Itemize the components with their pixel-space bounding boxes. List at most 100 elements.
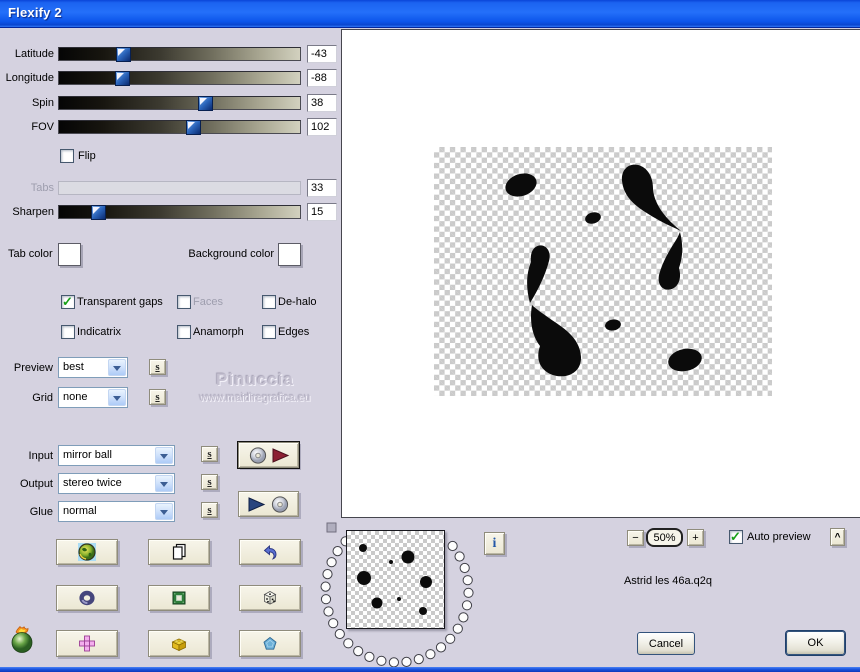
transparency-checker [434,147,772,396]
undo-arrow-icon [263,544,277,560]
zoom-in-button[interactable]: + [687,529,704,546]
slider-thumb[interactable] [198,96,214,111]
latitude-value-field[interactable] [307,45,337,63]
gem-button[interactable] [239,630,301,657]
faces-checkbox [177,295,191,309]
output-dropdown-value: stereo twice [63,477,122,489]
sharpen-value-field[interactable] [307,203,337,221]
chevron-down-icon[interactable] [108,359,126,376]
input-settings-button[interactable]: s [201,446,218,462]
lego-button[interactable] [148,630,210,657]
zoom-level[interactable]: 50% [646,528,683,547]
collapse-button[interactable]: ^ [830,528,845,546]
spin-slider-row: Spin [0,94,337,112]
preview-label: Preview [13,362,53,374]
chevron-down-icon[interactable] [155,503,173,520]
auto-preview-label: Auto preview [747,531,811,543]
flaming-pear-logo-icon [11,626,33,653]
tabs-label: Tabs [30,182,54,194]
glue-dropdown[interactable]: normal [58,501,175,522]
info-button[interactable]: i [484,532,505,555]
torus-icon [79,590,95,606]
longitude-label: Longitude [5,72,54,84]
flip-checkbox[interactable] [60,149,74,163]
watermark: Pinuccia www.maidiregrafica.eu [180,370,330,404]
tabs-value-field[interactable] [307,179,337,197]
background-color-swatch[interactable] [278,243,301,266]
slider-thumb[interactable] [186,120,202,135]
longitude-slider-row: Longitude [0,69,337,87]
spin-label: Spin [31,97,54,109]
tab-color-swatch[interactable] [58,243,81,266]
anamorph-checkbox[interactable] [177,325,191,339]
preview-pane[interactable] [341,29,860,518]
watermark-name: Pinuccia [216,370,294,389]
grid-dropdown[interactable]: none [58,387,128,408]
zoom-out-button[interactable]: − [627,530,644,546]
ok-button[interactable]: OK [786,631,845,655]
globe-button[interactable] [56,539,118,565]
output-label: Output [19,478,53,490]
glue-settings-button[interactable]: s [201,502,218,518]
edges-checkbox[interactable] [262,325,276,339]
glue-dropdown-value: normal [63,505,97,517]
indicatrix-checkbox[interactable] [61,325,75,339]
latitude-slider[interactable] [58,47,301,62]
anamorph-label: Anamorph [193,326,244,338]
input-dropdown[interactable]: mirror ball [58,445,175,466]
grid-label: Grid [32,392,53,404]
transparent-gaps-label: Transparent gaps [77,296,163,308]
chevron-down-icon[interactable] [108,389,126,406]
slider-thumb[interactable] [114,71,130,86]
chevron-down-icon[interactable] [155,475,173,492]
sharpen-slider[interactable] [58,205,301,220]
grid-settings-button[interactable]: s [149,389,166,405]
window-title: Flexify 2 [8,5,62,20]
fov-value-field[interactable] [307,118,337,136]
preview-dropdown[interactable]: best [58,357,128,378]
output-dropdown[interactable]: stereo twice [58,473,175,494]
lego-brick-icon [171,638,187,651]
sharpen-slider-row: Sharpen [0,203,337,221]
preview-dropdown-value: best [63,361,84,373]
spin-slider[interactable] [58,96,301,111]
window-bottom-border [0,667,860,672]
torus-button[interactable] [56,585,118,611]
spin-value-field[interactable] [307,94,337,112]
tab-color-label: Tab color [8,248,53,260]
output-settings-button[interactable]: s [201,474,218,490]
dice-icon [263,591,277,605]
cancel-button[interactable]: Cancel [637,632,695,655]
slider-thumb[interactable] [90,205,106,220]
grid-dropdown-value: none [63,391,88,403]
disc-play-button[interactable] [237,441,300,469]
flip-label: Flip [78,150,96,162]
auto-preview-checkbox[interactable] [729,529,743,545]
title-bar[interactable]: Flexify 2 [0,0,860,28]
fov-slider[interactable] [58,120,301,135]
de-halo-checkbox[interactable] [262,295,276,309]
preset-filename: Astrid les 46a.q2q [623,575,713,587]
source-thumbnail[interactable] [346,530,445,629]
undo-button[interactable] [239,539,301,565]
chevron-down-icon[interactable] [155,447,173,464]
preview-settings-button[interactable]: s [149,359,166,375]
latitude-label: Latitude [14,48,54,60]
dial-handle[interactable] [326,522,337,533]
slider-thumb[interactable] [115,47,131,62]
copy-pages-icon [172,543,186,560]
frame-button[interactable] [148,585,210,611]
preview-image-blobs [505,164,702,377]
faces-label: Faces [193,296,223,308]
glue-label: Glue [29,506,53,518]
dice-button[interactable] [239,585,301,611]
play-disc-button[interactable] [238,491,299,517]
tabs-slider [58,181,301,195]
copy-button[interactable] [148,539,210,565]
longitude-value-field[interactable] [307,69,337,87]
de-halo-label: De-halo [278,296,317,308]
longitude-slider[interactable] [58,71,301,86]
cube-net-button[interactable] [56,630,118,657]
cd-play-icon [249,446,289,464]
transparent-gaps-checkbox[interactable] [61,294,75,310]
